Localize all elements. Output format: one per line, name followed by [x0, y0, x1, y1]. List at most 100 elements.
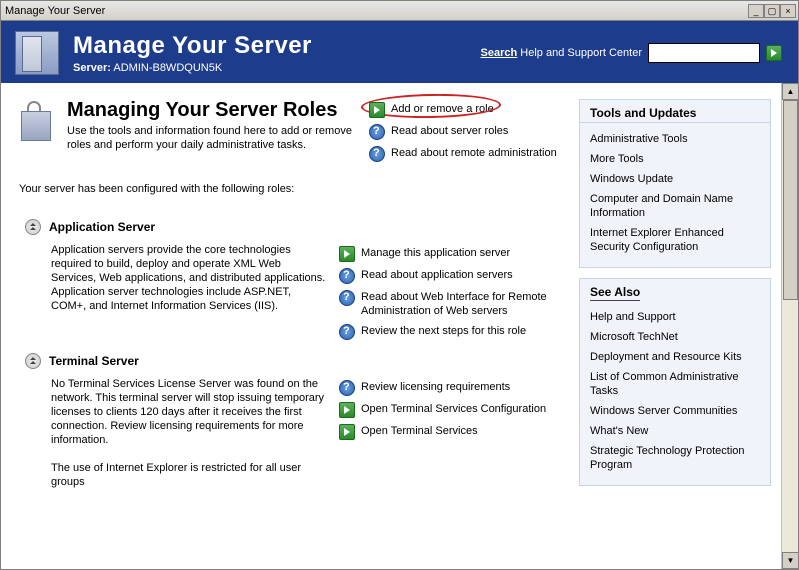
- panel-link[interactable]: Administrative Tools: [590, 129, 760, 149]
- tools-panel-title: Tools and Updates: [580, 100, 770, 123]
- help-icon: [369, 124, 385, 140]
- role-description: No Terminal Services License Server was …: [19, 377, 339, 489]
- roles-icon: [19, 101, 57, 141]
- action-item[interactable]: Read about server roles: [369, 121, 563, 143]
- panel-link[interactable]: Help and Support: [590, 307, 760, 327]
- arrow-icon: [339, 424, 355, 440]
- roles-description: Use the tools and information found here…: [67, 124, 359, 152]
- search-input[interactable]: [648, 43, 760, 63]
- help-icon: [339, 290, 355, 306]
- see-also-title: See Also: [590, 285, 640, 301]
- action-item[interactable]: Read about application servers: [339, 265, 563, 287]
- server-label: Server:: [73, 62, 111, 74]
- main-column: Managing Your Server Roles Use the tools…: [19, 99, 563, 496]
- roles-intro-left: Managing Your Server Roles Use the tools…: [19, 99, 369, 165]
- panel-link[interactable]: More Tools: [590, 149, 760, 169]
- action-label: Open Terminal Services Configuration: [361, 402, 546, 416]
- page-title: Manage Your Server: [73, 32, 467, 60]
- panel-link[interactable]: Strategic Technology Protection Program: [590, 441, 760, 475]
- action-item[interactable]: Review licensing requirements: [339, 377, 563, 399]
- role-name: Application Server: [49, 220, 155, 234]
- role-action-list: Manage this application server Read about…: [339, 243, 563, 343]
- vertical-scrollbar[interactable]: ▲ ▼: [781, 83, 798, 569]
- role-block: Application Server Application servers pr…: [19, 219, 563, 343]
- collapse-icon[interactable]: [25, 219, 41, 235]
- search-go-button[interactable]: [766, 45, 782, 61]
- panel-link[interactable]: What's New: [590, 421, 760, 441]
- action-label: Manage this application server: [361, 246, 510, 260]
- action-item[interactable]: Manage this application server: [339, 243, 563, 265]
- panel-link[interactable]: Computer and Domain Name Information: [590, 189, 760, 223]
- search-area: Search Help and Support Center: [481, 43, 782, 63]
- see-also-list: Help and SupportMicrosoft TechNetDeploym…: [580, 307, 770, 475]
- configured-line: Your server has been configured with the…: [19, 183, 563, 195]
- search-label: Search Help and Support Center: [481, 47, 642, 59]
- action-item[interactable]: Read about Web Interface for Remote Admi…: [339, 287, 563, 321]
- action-item[interactable]: Add or remove a role: [369, 99, 563, 121]
- panel-link[interactable]: List of Common Administrative Tasks: [590, 367, 760, 401]
- collapse-icon[interactable]: [25, 353, 41, 369]
- panel-link[interactable]: Microsoft TechNet: [590, 327, 760, 347]
- action-item[interactable]: Review the next steps for this role: [339, 321, 563, 343]
- roles-header: Managing Your Server Roles Use the tools…: [19, 99, 359, 152]
- close-button[interactable]: ×: [780, 4, 796, 18]
- role-block: Terminal Server No Terminal Services Lice…: [19, 353, 563, 489]
- help-icon: [339, 380, 355, 396]
- role-body: Application servers provide the core tec…: [19, 243, 563, 343]
- action-item[interactable]: Read about remote administration: [369, 143, 563, 165]
- right-column: Tools and Updates Administrative ToolsMo…: [579, 99, 771, 496]
- action-label: Add or remove a role: [391, 102, 494, 116]
- panel-link[interactable]: Deployment and Resource Kits: [590, 347, 760, 367]
- role-description: Application servers provide the core tec…: [19, 243, 339, 343]
- action-item[interactable]: Open Terminal Services: [339, 421, 563, 443]
- tools-panel: Tools and Updates Administrative ToolsMo…: [579, 99, 771, 268]
- tools-list: Administrative ToolsMore ToolsWindows Up…: [580, 129, 770, 257]
- role-action-list: Review licensing requirements Open Termin…: [339, 377, 563, 489]
- panel-link[interactable]: Windows Update: [590, 169, 760, 189]
- panel-link[interactable]: Windows Server Communities: [590, 401, 760, 421]
- action-label: Read about server roles: [391, 124, 508, 138]
- action-item[interactable]: Open Terminal Services Configuration: [339, 399, 563, 421]
- action-label: Read about application servers: [361, 268, 513, 282]
- role-name: Terminal Server: [49, 354, 139, 368]
- server-line: Server: ADMIN-B8WDQUN5K: [73, 62, 467, 74]
- action-label: Read about remote administration: [391, 146, 557, 160]
- server-name: ADMIN-B8WDQUN5K: [113, 62, 222, 74]
- scroll-up-button[interactable]: ▲: [782, 83, 798, 100]
- header-banner: Manage Your Server Server: ADMIN-B8WDQUN…: [1, 21, 798, 83]
- scrollbar-thumb[interactable]: [783, 100, 798, 300]
- titlebar[interactable]: Manage Your Server _ ▢ ×: [1, 1, 798, 21]
- roles-intro-actions: Add or remove a role Read about server ro…: [369, 99, 563, 165]
- window-title: Manage Your Server: [5, 5, 748, 17]
- top-action-list: Add or remove a role Read about server ro…: [369, 99, 563, 165]
- arrow-icon: [339, 402, 355, 418]
- role-head[interactable]: Terminal Server: [19, 353, 563, 369]
- arrow-icon: [339, 246, 355, 262]
- help-icon: [339, 268, 355, 284]
- arrow-icon: [369, 102, 385, 118]
- scroll-down-button[interactable]: ▼: [782, 552, 798, 569]
- action-label: Review the next steps for this role: [361, 324, 526, 338]
- help-icon: [339, 324, 355, 340]
- roles-heading: Managing Your Server Roles: [67, 99, 359, 122]
- action-label: Review licensing requirements: [361, 380, 510, 394]
- titlebar-buttons: _ ▢ ×: [748, 4, 796, 18]
- minimize-button[interactable]: _: [748, 4, 764, 18]
- server-icon: [15, 31, 59, 75]
- role-body: No Terminal Services License Server was …: [19, 377, 563, 489]
- content: Managing Your Server Roles Use the tools…: [1, 83, 781, 569]
- window: Manage Your Server _ ▢ × Manage Your Ser…: [0, 0, 799, 570]
- role-head[interactable]: Application Server: [19, 219, 563, 235]
- roles-intro-row: Managing Your Server Roles Use the tools…: [19, 99, 563, 165]
- main-row: Managing Your Server Roles Use the tools…: [19, 99, 771, 496]
- content-wrap: Managing Your Server Roles Use the tools…: [1, 83, 798, 569]
- role-blocks: Application Server Application servers pr…: [19, 209, 563, 489]
- roles-title-block: Managing Your Server Roles Use the tools…: [67, 99, 359, 152]
- action-label: Open Terminal Services: [361, 424, 478, 438]
- action-label: Read about Web Interface for Remote Admi…: [361, 290, 563, 318]
- role-description-extra: The use of Internet Explorer is restrict…: [51, 461, 329, 489]
- panel-link[interactable]: Internet Explorer Enhanced Security Conf…: [590, 223, 760, 257]
- help-icon: [369, 146, 385, 162]
- see-also-panel: See Also Help and SupportMicrosoft TechN…: [579, 278, 771, 486]
- maximize-button[interactable]: ▢: [764, 4, 780, 18]
